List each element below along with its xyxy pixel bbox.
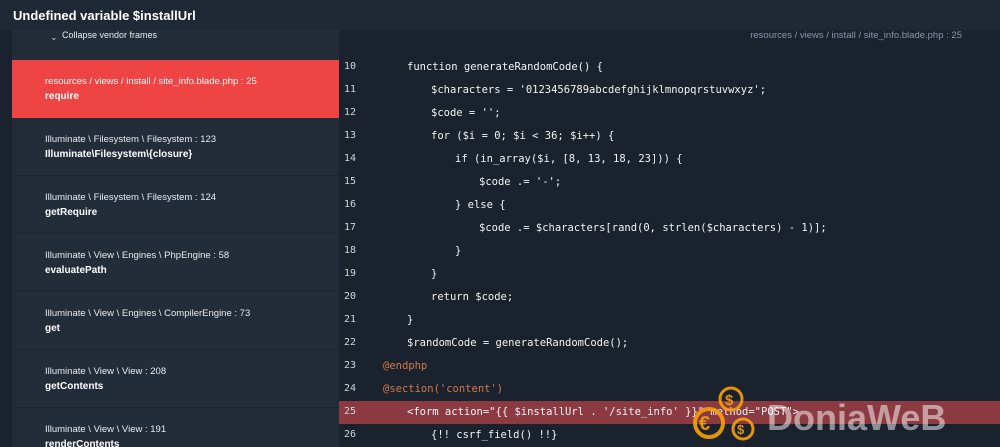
- frame-line-number: : 208: [142, 366, 167, 377]
- frame-namespace: Illuminate \ View \ View: [45, 424, 143, 435]
- line-number: 11: [344, 84, 357, 95]
- code-line: 23 @endphp: [339, 355, 1000, 378]
- stack-frame-item[interactable]: resources / views / install / site_info.…: [12, 60, 339, 118]
- stack-frame-path: Illuminate \ View \ View : 208: [45, 366, 166, 377]
- code-text: $code = '';: [431, 107, 501, 119]
- stack-frame-path: Illuminate \ View \ Engines \ PhpEngine …: [45, 250, 229, 261]
- line-number: 22: [344, 337, 357, 348]
- line-number: 23: [344, 360, 357, 371]
- error-title: Undefined variable $installUrl: [13, 8, 196, 23]
- code-line: 20 return $code;: [339, 286, 1000, 309]
- stack-frame-path: Illuminate \ View \ Engines \ CompilerEn…: [45, 308, 250, 319]
- stack-frame-path: Illuminate \ Filesystem \ Filesystem : 1…: [45, 134, 216, 145]
- error-header: Undefined variable $installUrl: [0, 0, 1000, 30]
- stack-frame-method: getContents: [45, 381, 104, 392]
- stack-frame-item[interactable]: Illuminate \ View \ View : 191 renderCont…: [12, 408, 339, 447]
- line-number: 24: [344, 383, 357, 394]
- code-line: 21}: [339, 309, 1000, 332]
- code-line: 13 for ($i = 0; $i < 36; $i++) {: [339, 125, 1000, 148]
- line-number: 26: [344, 429, 357, 440]
- collapse-icon: ⌄: [50, 32, 58, 42]
- stack-frame-item[interactable]: Illuminate \ View \ Engines \ PhpEngine …: [12, 234, 339, 292]
- frame-line-number: : 123: [192, 134, 217, 145]
- code-line: 12 $code = '';: [339, 102, 1000, 125]
- code-text: }: [431, 268, 438, 280]
- frame-namespace: Illuminate \ View \ Engines \ CompilerEn…: [45, 308, 232, 319]
- code-text: $randomCode = generateRandomCode();: [407, 337, 629, 349]
- stack-frame-method: get: [45, 323, 60, 334]
- code-line: 15 $code .= '-';: [339, 171, 1000, 194]
- code-line: 14 if (in_array($i, [8, 13, 18, 23])) {: [339, 148, 1000, 171]
- code-text: }: [407, 314, 414, 326]
- stack-frame-method: Illuminate\Filesystem\{closure}: [45, 149, 193, 160]
- frame-line-number: : 58: [210, 250, 230, 261]
- frame-namespace: Illuminate \ Filesystem \ Filesystem: [45, 134, 193, 145]
- svg-text:$: $: [725, 392, 734, 409]
- code-line: 19}: [339, 263, 1000, 286]
- stack-frames-sidebar: ⌄ Collapse vendor frames resources / vie…: [12, 30, 339, 447]
- line-number: 12: [344, 107, 357, 118]
- stack-frame-method: require: [45, 91, 79, 102]
- stack-frame-method: getRequire: [45, 207, 98, 218]
- svg-text:$: $: [737, 422, 745, 437]
- code-text: function generateRandomCode() {: [407, 61, 603, 73]
- frame-namespace: resources / views / install /: [45, 76, 159, 87]
- euro-dollar-logo-icon: $ € $: [693, 386, 755, 441]
- code-text: for ($i = 0; $i < 36; $i++) {: [431, 130, 615, 142]
- frame-line-number: : 73: [231, 308, 251, 319]
- watermark-text: DoniaWeB: [767, 397, 947, 438]
- code-line: 18}: [339, 240, 1000, 263]
- code-file-path: resources / views / install / site_info.…: [750, 30, 962, 41]
- frame-namespace: Illuminate \ Filesystem \ Filesystem: [45, 192, 193, 203]
- stack-frame-path: Illuminate \ Filesystem \ Filesystem : 1…: [45, 192, 216, 203]
- code-text: $code .= $characters[rand(0, strlen($cha…: [479, 222, 827, 234]
- stack-frame-item[interactable]: Illuminate \ Filesystem \ Filesystem : 1…: [12, 176, 339, 234]
- line-number: 20: [344, 291, 357, 302]
- code-text: if (in_array($i, [8, 13, 18, 23])) {: [455, 153, 683, 165]
- stack-frame-method: evaluatePath: [45, 265, 107, 276]
- frame-namespace: Illuminate \ View \ Engines \ PhpEngine: [45, 250, 211, 261]
- stack-frame-item[interactable]: Illuminate \ Filesystem \ Filesystem : 1…: [12, 118, 339, 176]
- frame-line-number: : 124: [192, 192, 217, 203]
- stack-frame-item[interactable]: Illuminate \ View \ View : 208 getContent…: [12, 350, 339, 408]
- line-number: 13: [344, 130, 357, 141]
- code-text: }: [455, 245, 462, 257]
- line-number: 17: [344, 222, 357, 233]
- frame-namespace: Illuminate \ View \ View: [45, 366, 143, 377]
- svg-text:€: €: [699, 413, 710, 435]
- stack-frame-path: Illuminate \ View \ View : 191: [45, 424, 166, 435]
- code-text: @section('content'): [383, 383, 504, 395]
- line-number: 14: [344, 153, 357, 164]
- line-number: 19: [344, 268, 357, 279]
- frame-line-number: : 191: [142, 424, 167, 435]
- collapse-vendor-frames-label: Collapse vendor frames: [62, 30, 158, 40]
- stack-frame-path: resources / views / install / site_info.…: [45, 76, 257, 87]
- code-text: @endphp: [383, 360, 428, 372]
- code-text: $characters = '0123456789abcdefghijklmno…: [431, 84, 767, 96]
- collapse-vendor-frames-button[interactable]: ⌄ Collapse vendor frames: [12, 30, 339, 60]
- watermark-logo: $ € $ DoniaWeB: [683, 383, 1000, 447]
- code-text: $code .= '-';: [479, 176, 562, 188]
- line-number: 15: [344, 176, 357, 187]
- line-number: 21: [344, 314, 357, 325]
- line-number: 25: [344, 406, 357, 417]
- code-text: {!! csrf_field() !!}: [431, 429, 558, 441]
- frame-file: site_info.blade.php: [158, 76, 239, 87]
- code-line: 10 function generateRandomCode() {: [339, 56, 1000, 79]
- line-number: 18: [344, 245, 357, 256]
- line-number: 16: [344, 199, 357, 210]
- line-number: 10: [344, 61, 357, 72]
- frame-line-number: : 25: [238, 76, 257, 87]
- code-line: 22 $randomCode = generateRandomCode();: [339, 332, 1000, 355]
- code-line: 17 $code .= $characters[rand(0, strlen($c…: [339, 217, 1000, 240]
- stack-frame-item[interactable]: Illuminate \ View \ Engines \ CompilerEn…: [12, 292, 339, 350]
- code-line: 16 } else {: [339, 194, 1000, 217]
- code-line: 11 $characters = '0123456789abcdefghijklm…: [339, 79, 1000, 102]
- code-text: } else {: [455, 199, 506, 211]
- stack-frame-method: renderContents: [45, 439, 120, 447]
- code-text: return $code;: [431, 291, 514, 303]
